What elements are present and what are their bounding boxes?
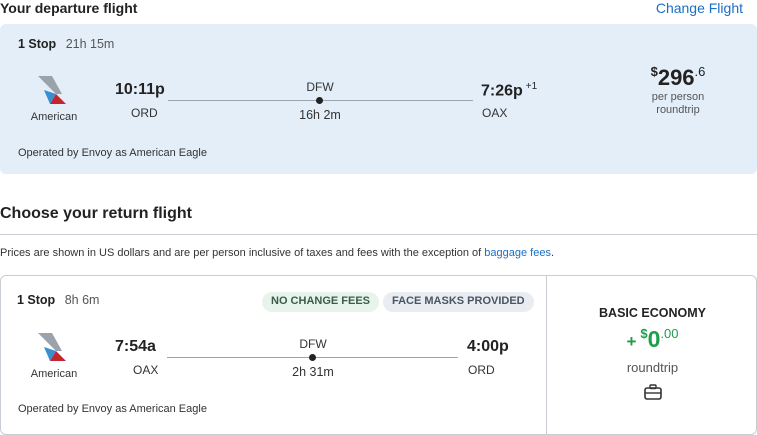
departure-depart-code: ORD: [131, 106, 158, 120]
return-depart-code: OAX: [133, 363, 159, 377]
return-operated-by: Operated by Envoy as American Eagle: [18, 403, 207, 415]
return-flight-card[interactable]: 1 Stop 8h 6m NO CHANGE FEES FACE MASKS P…: [0, 275, 757, 435]
return-stops: 1 Stop: [17, 293, 56, 307]
fare-cents: .00: [660, 326, 679, 341]
bag-icon: [644, 384, 662, 400]
departure-arrive-time: 7:26p +1: [481, 81, 537, 100]
face-masks-badge: FACE MASKS PROVIDED: [383, 292, 534, 312]
return-stops-row: 1 Stop 8h 6m: [17, 293, 99, 307]
price-disclaimer: Prices are shown in US dollars and are p…: [0, 247, 554, 259]
departure-airline-name: American: [30, 111, 78, 123]
departure-price-block: $296.6 per person roundtrip: [623, 64, 733, 117]
return-stop-dot: [309, 354, 316, 361]
american-airlines-logo-icon: [38, 333, 66, 361]
departure-price-currency: $: [650, 64, 658, 79]
return-card-divider: [546, 276, 547, 435]
fare-amount: 0: [647, 326, 661, 352]
fare-trip: roundtrip: [626, 360, 679, 375]
return-arrive-code: ORD: [468, 363, 495, 377]
departure-operated-by: Operated by Envoy as American Eagle: [18, 147, 207, 159]
no-change-fees-badge: NO CHANGE FEES: [262, 292, 380, 312]
departure-stop-dot: [316, 97, 323, 104]
departure-stops: 1 Stop: [18, 37, 57, 51]
price-disclaimer-end: .: [550, 247, 555, 259]
return-total-duration: 8h 6m: [64, 293, 100, 307]
change-flight-link[interactable]: Change Flight: [656, 0, 743, 16]
fare-class: BASIC ECONOMY: [599, 306, 706, 320]
return-airline-name: American: [30, 368, 78, 380]
departure-leg-duration: 16h 2m: [299, 108, 341, 122]
departure-price-amount: 296: [657, 65, 695, 90]
departure-price-trip: roundtrip: [656, 104, 700, 116]
return-heading: Choose your return flight: [0, 205, 192, 222]
departure-price: $296.6: [623, 64, 733, 91]
departure-arrive-time-value: 7:26p: [481, 82, 523, 100]
return-leg-duration: 2h 31m: [292, 365, 334, 379]
price-disclaimer-text: Prices are shown in US dollars and are p…: [0, 247, 482, 259]
departure-arrive-code: OAX: [482, 106, 508, 120]
fare-currency: $: [640, 326, 648, 341]
departure-day-offset: +1: [525, 81, 538, 92]
american-airlines-logo-icon: [38, 76, 66, 104]
return-arrive-time: 4:00p: [467, 338, 509, 355]
departure-flight-card[interactable]: 1 Stop 21h 15m American 10:11p ORD DFW 1…: [0, 24, 757, 174]
departure-depart-time: 10:11p: [115, 81, 165, 98]
return-divider: [0, 234, 757, 235]
fare-price[interactable]: + $0.00: [547, 326, 757, 353]
departure-price-per: per person: [651, 91, 705, 103]
departure-heading: Your departure flight: [0, 0, 138, 16]
departure-total-duration: 21h 15m: [65, 37, 115, 51]
baggage-fees-link[interactable]: baggage fees: [484, 247, 551, 259]
return-depart-time: 7:54a: [115, 338, 156, 355]
departure-stops-row: 1 Stop 21h 15m: [18, 37, 114, 51]
departure-hub: DFW: [306, 80, 334, 94]
departure-price-cents: .6: [694, 64, 706, 79]
fare-plus: +: [626, 332, 637, 351]
return-hub: DFW: [299, 337, 327, 351]
departure-header: Your departure flight Change Flight: [0, 0, 757, 22]
